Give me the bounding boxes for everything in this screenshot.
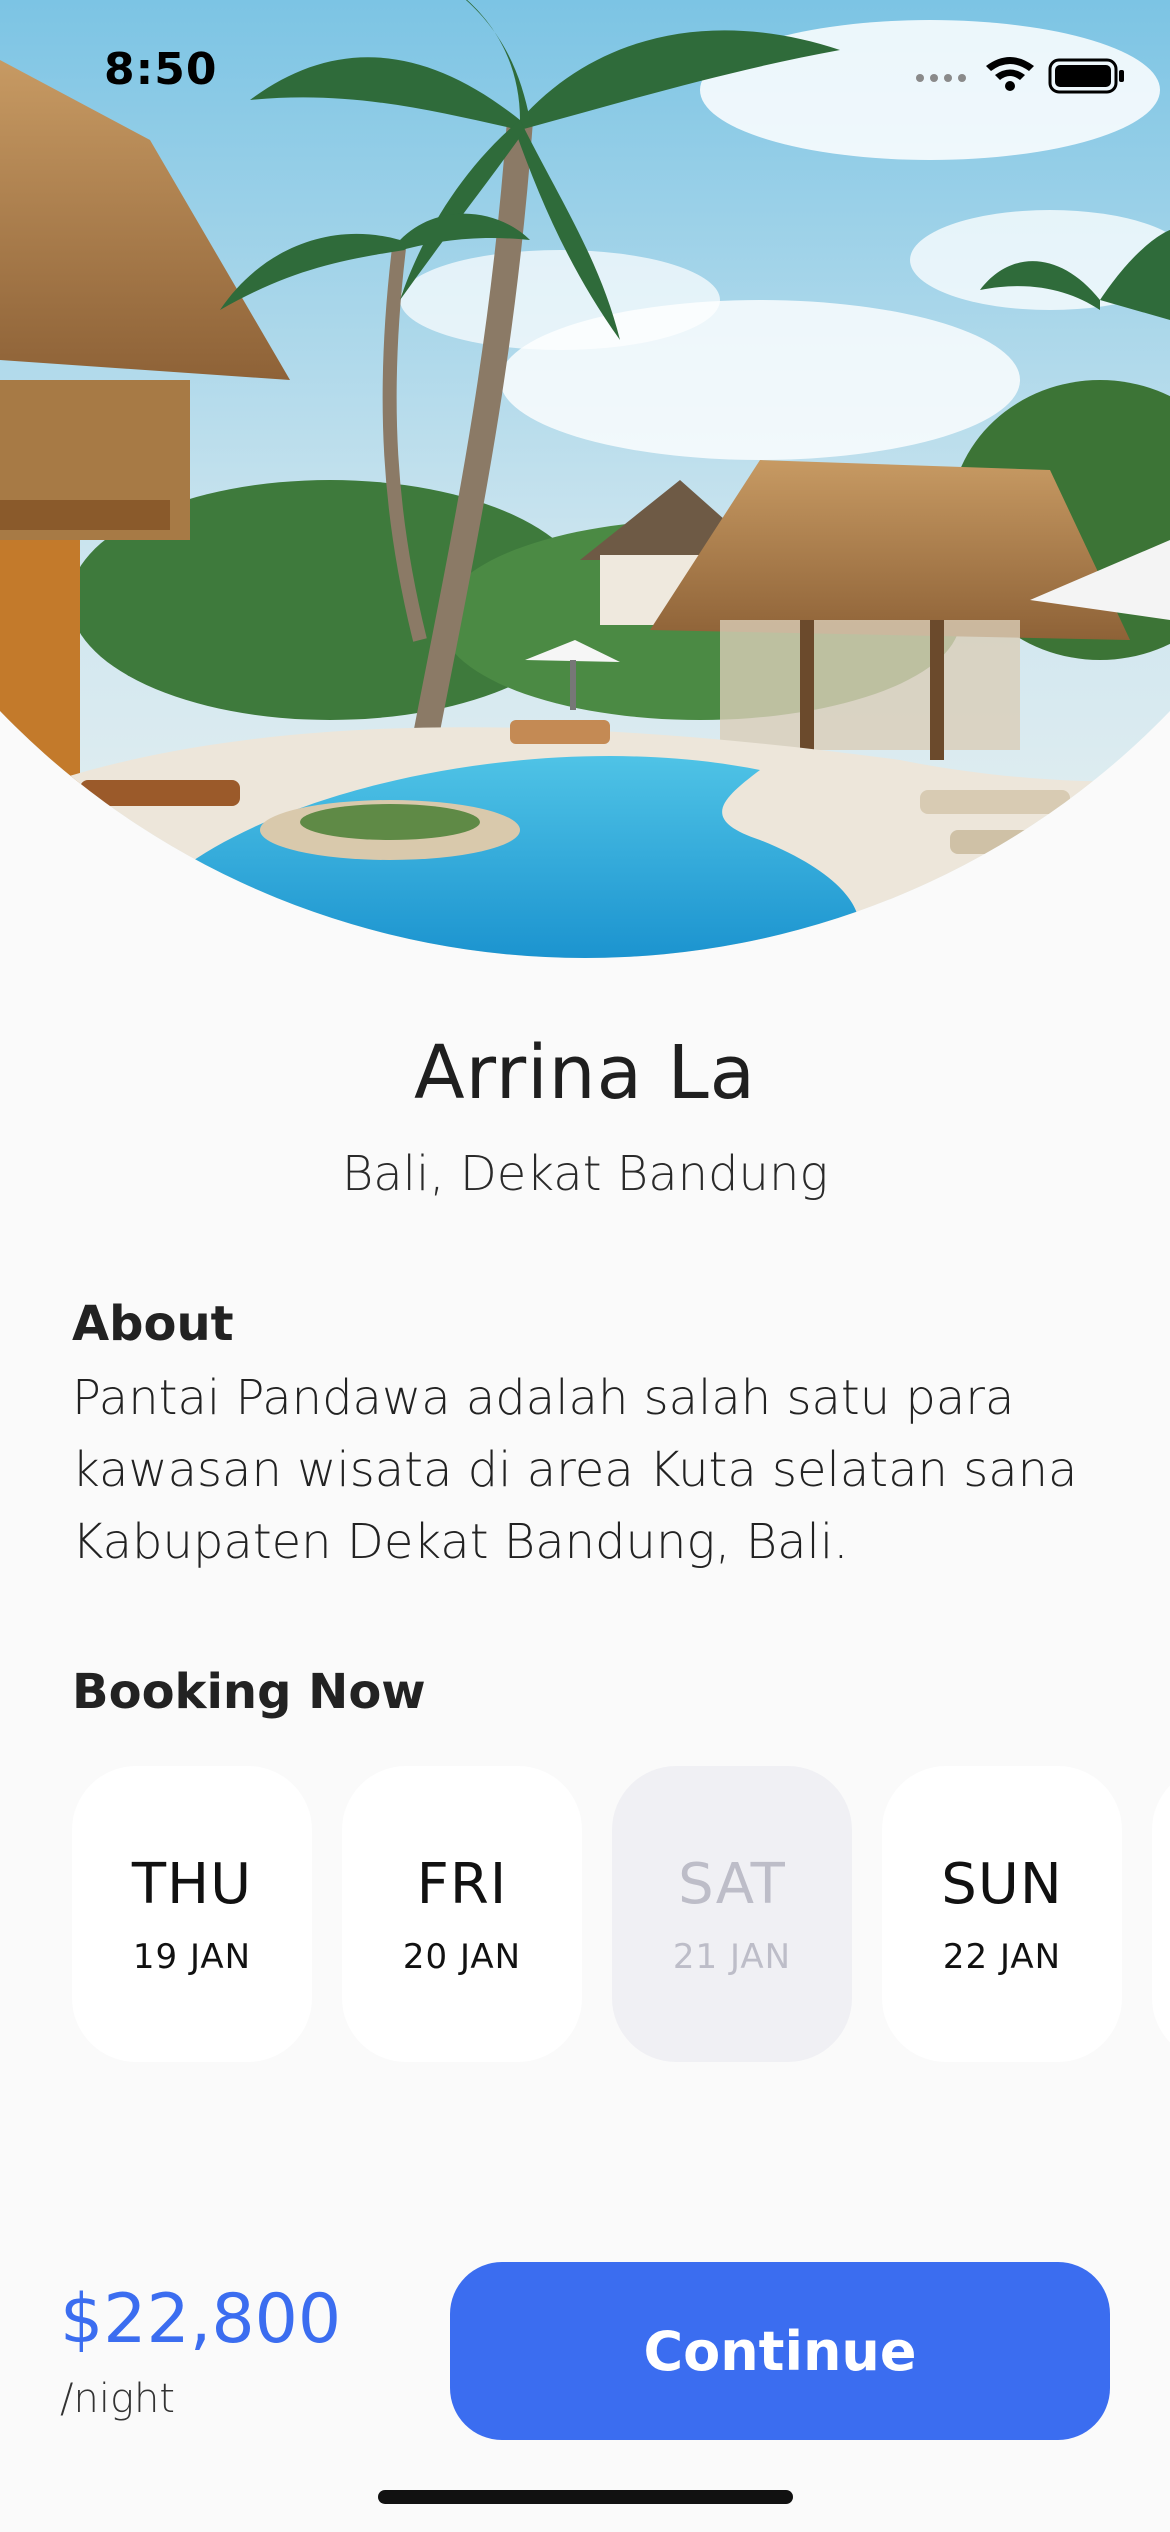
date-card-sun[interactable]: SUN 22 JAN xyxy=(882,1766,1122,2062)
status-time: 8:50 xyxy=(104,44,218,95)
date-day: THU xyxy=(131,1851,253,1917)
hero-image xyxy=(0,0,1170,958)
booking-heading: Booking Now xyxy=(72,1664,426,1720)
date-day: SAT xyxy=(678,1851,786,1917)
date-date: 19 JAN xyxy=(132,1936,252,1977)
price-unit: /night xyxy=(60,2376,175,2422)
price-value: $22,800 xyxy=(60,2280,342,2359)
about-text: Pantai Pandawa adalah salah satu para ka… xyxy=(72,1370,1078,1570)
date-date: 22 JAN xyxy=(942,1936,1062,1977)
place-location: Bali, Dekat Bandung xyxy=(341,1146,829,1202)
date-date: 21 JAN xyxy=(672,1936,792,1977)
wifi-icon xyxy=(986,57,1034,91)
signal-icon xyxy=(916,74,966,82)
date-day: SUN xyxy=(941,1851,1063,1917)
continue-button[interactable]: Continue xyxy=(450,2262,1110,2440)
battery-icon xyxy=(1048,58,1124,94)
home-indicator[interactable] xyxy=(378,2490,793,2504)
place-name: Arrina La xyxy=(413,1030,757,1116)
date-card-next[interactable] xyxy=(1152,1766,1170,2062)
about-heading: About xyxy=(72,1296,234,1352)
status-bar: 8:50 xyxy=(0,0,1170,140)
screen: 8:50 Arrina La Bali, Dekat Bandung About xyxy=(0,0,1170,2532)
date-card-sat: SAT 21 JAN xyxy=(612,1766,852,2062)
date-date: 20 JAN xyxy=(402,1936,522,1977)
date-picker: THU 19 JAN FRI 20 JAN SAT 21 JAN SUN 22 … xyxy=(72,1766,1170,2062)
status-icons xyxy=(916,57,1124,94)
date-card-fri[interactable]: FRI 20 JAN xyxy=(342,1766,582,2062)
date-day: FRI xyxy=(416,1851,508,1917)
date-card-thu[interactable]: THU 19 JAN xyxy=(72,1766,312,2062)
